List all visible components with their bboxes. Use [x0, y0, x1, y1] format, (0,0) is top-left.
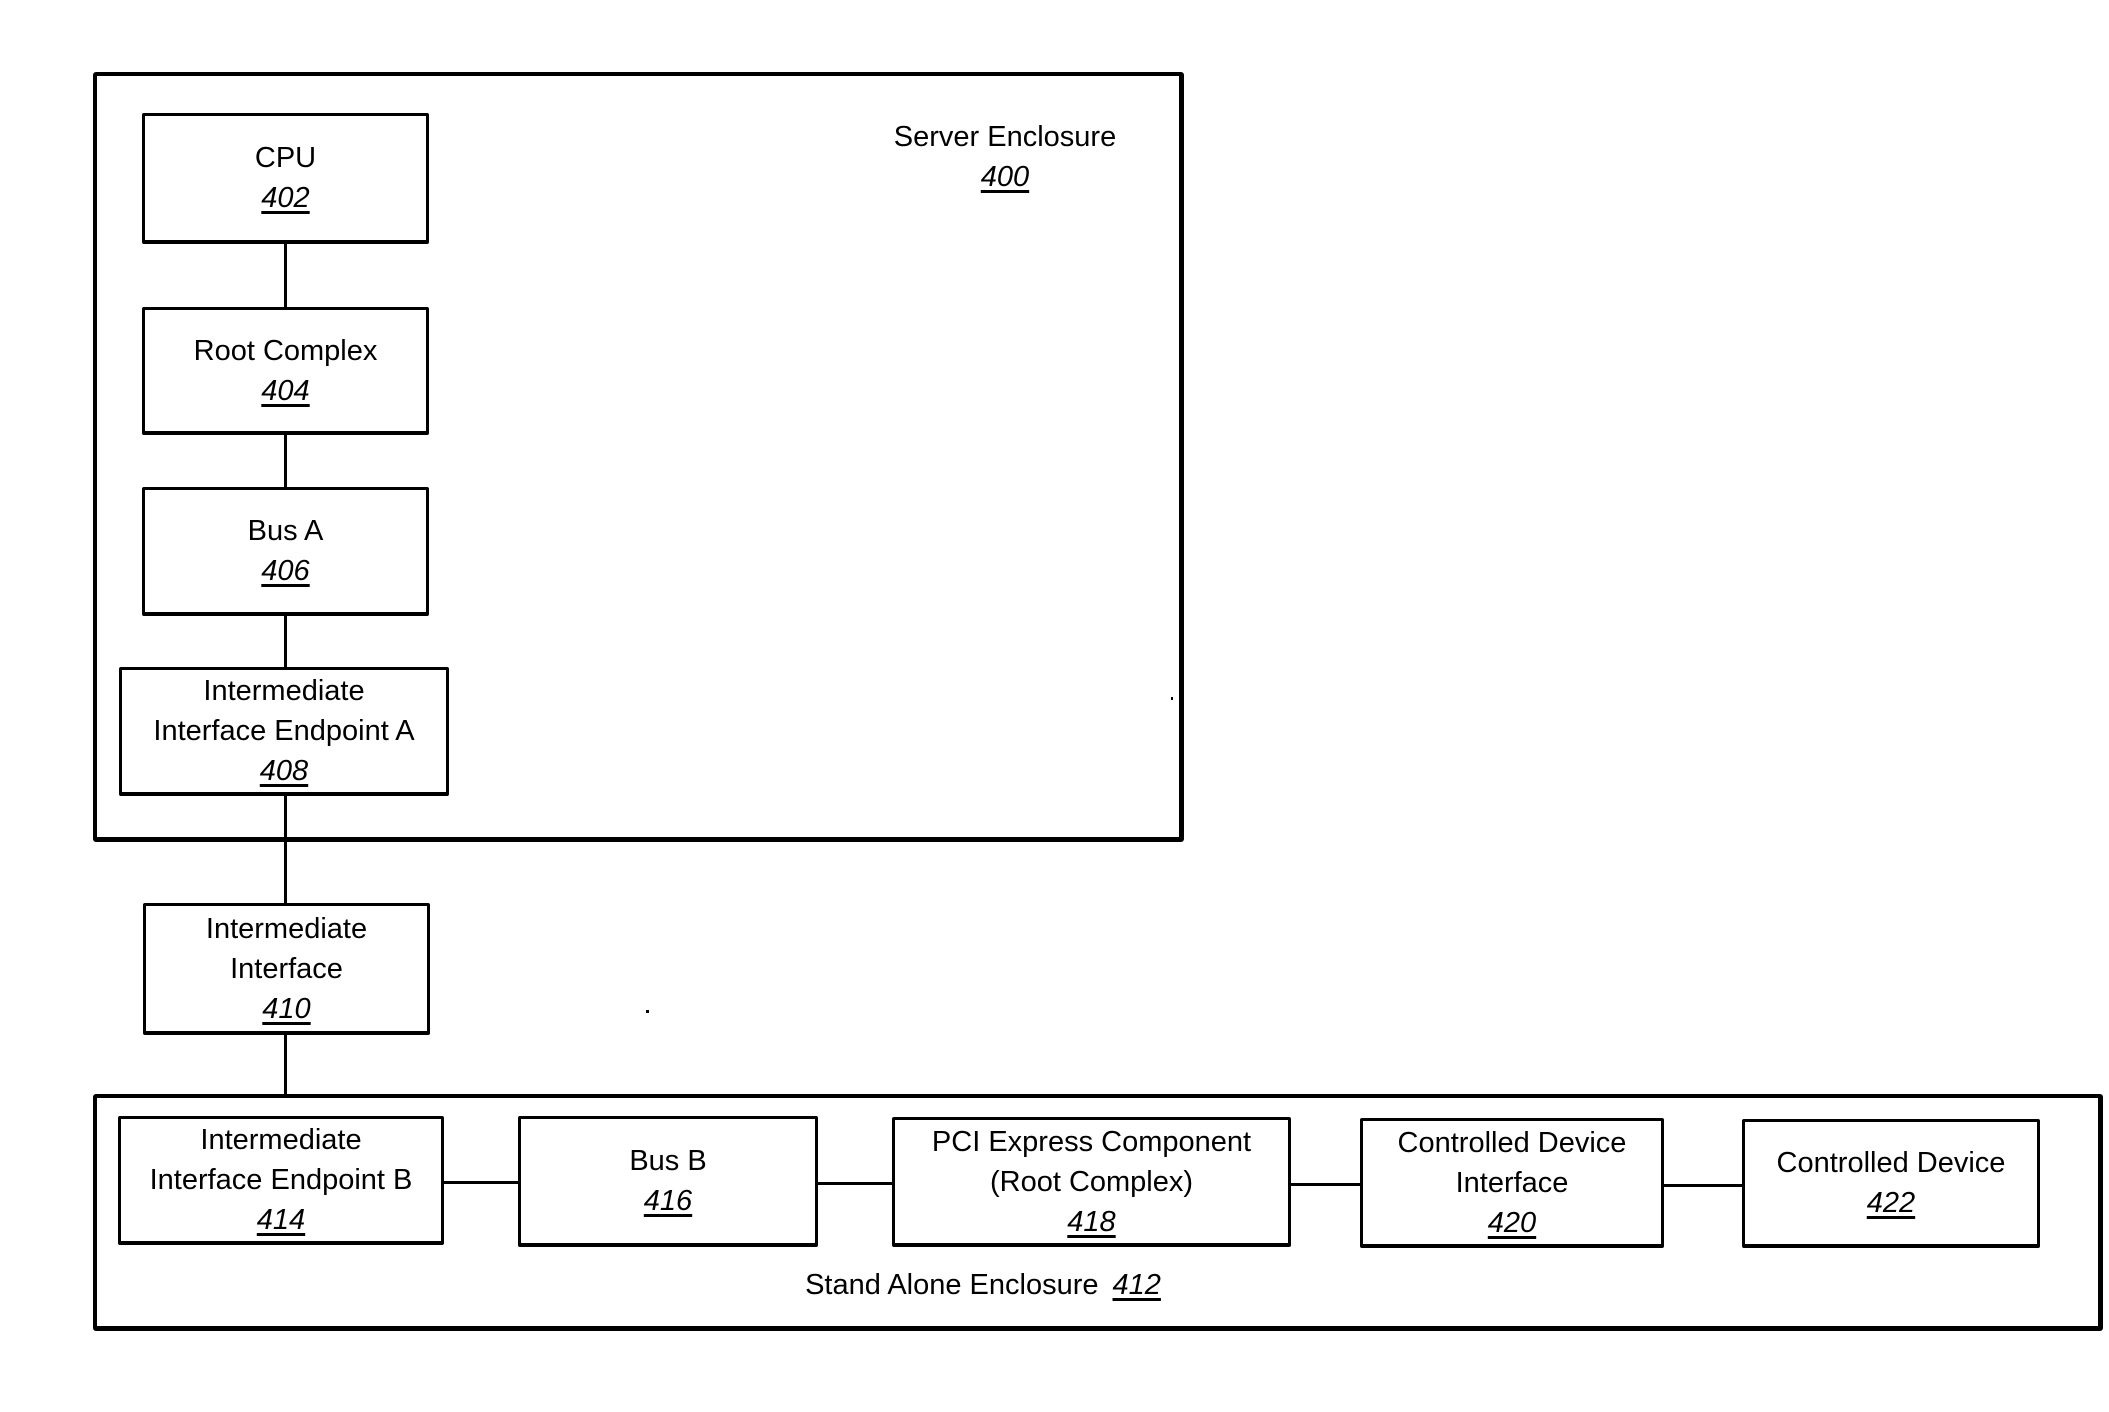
stand-alone-enclosure-label: Stand Alone Enclosure 412: [733, 1265, 1233, 1305]
intermediate-interface-endpoint-a-box: Intermediate Interface Endpoint A 408: [119, 667, 449, 796]
stand-alone-enclosure-title: Stand Alone Enclosure: [805, 1269, 1099, 1301]
component-label-line: Intermediate: [203, 675, 365, 707]
connector-controlled-device-interface-controlled-device: [1663, 1184, 1743, 1187]
component-label-line: Controlled Device: [1776, 1147, 2006, 1179]
connector-endpoint-b-bus-b: [443, 1181, 519, 1184]
controlled-device-interface-box: Controlled Device Interface 420: [1360, 1118, 1664, 1248]
bus-b-box: Bus B 416: [518, 1116, 818, 1247]
connector-endpoint-a-intermediate-interface: [284, 795, 287, 903]
connector-cpu-root-complex: [284, 243, 287, 307]
connector-pci-express-controlled-device-interface: [1290, 1183, 1361, 1186]
component-ref-number: 406: [261, 555, 310, 587]
component-label-line: Root Complex: [193, 334, 378, 367]
pci-express-component-box: PCI Express Component (Root Complex) 418: [892, 1117, 1291, 1247]
cpu-box: CPU 402: [142, 113, 429, 244]
component-label-line: Controlled Device: [1397, 1126, 1627, 1159]
component-label-line: CPU: [254, 142, 317, 174]
component-ref-number: 404: [261, 374, 310, 407]
scan-speck: [646, 1010, 649, 1013]
connector-intermediate-interface-stand-alone: [284, 1034, 287, 1096]
component-label-line: PCI Express Component: [931, 1125, 1252, 1158]
bus-a-box: Bus A 406: [142, 487, 429, 616]
component-label-line: Interface Endpoint A: [153, 715, 415, 747]
component-ref-number: 414: [256, 1204, 306, 1236]
intermediate-interface-box: Intermediate Interface 410: [143, 903, 430, 1035]
component-ref-number: 410: [262, 992, 311, 1025]
component-label-line: Bus B: [629, 1145, 707, 1177]
server-enclosure-ref: 400: [980, 161, 1030, 193]
component-ref-number: 422: [1866, 1187, 1916, 1219]
component-label-line: Bus A: [247, 515, 324, 547]
component-label-line: (Root Complex): [989, 1165, 1194, 1198]
component-label-line: Interface: [1455, 1166, 1569, 1199]
stand-alone-enclosure-ref: 412: [1112, 1269, 1161, 1301]
connector-bus-a-endpoint-a: [284, 615, 287, 667]
component-ref-number: 420: [1487, 1206, 1537, 1239]
controlled-device-box: Controlled Device 422: [1742, 1119, 2040, 1248]
connector-bus-b-pci-express: [817, 1182, 893, 1185]
connector-root-complex-bus-a: [284, 434, 287, 487]
component-label-line: Intermediate: [200, 1124, 362, 1156]
server-enclosure-label: Server Enclosure 400: [855, 117, 1155, 197]
component-ref-number: 402: [261, 182, 310, 214]
intermediate-interface-endpoint-b-box: Intermediate Interface Endpoint B 414: [118, 1116, 444, 1245]
component-label-line: Interface Endpoint B: [149, 1164, 413, 1196]
root-complex-box: Root Complex 404: [142, 307, 429, 435]
component-label-line: Intermediate: [205, 912, 368, 945]
component-label-line: Interface: [230, 952, 343, 985]
scan-speck: [1171, 697, 1173, 700]
component-ref-number: 416: [643, 1185, 693, 1217]
server-enclosure-title: Server Enclosure: [893, 121, 1117, 153]
component-ref-number: 418: [1067, 1205, 1116, 1238]
component-ref-number: 408: [259, 755, 309, 787]
